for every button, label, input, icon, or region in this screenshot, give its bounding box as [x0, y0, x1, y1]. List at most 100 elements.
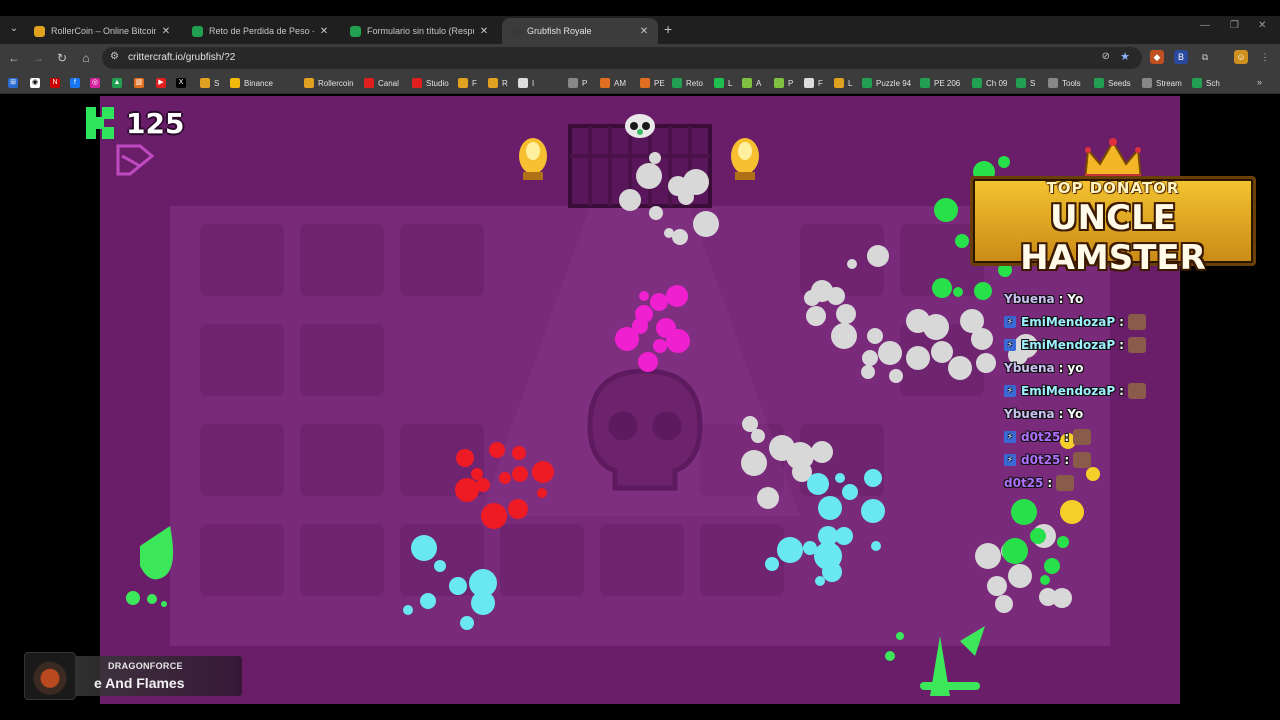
bookmark-favicon-icon — [714, 78, 724, 88]
bookmark-item[interactable]: Canal — [364, 76, 399, 90]
bookmark-item[interactable]: Seeds — [1094, 76, 1131, 90]
score-value: 125 — [126, 106, 185, 140]
bookmark-item[interactable]: Studio — [412, 76, 449, 90]
tab-4[interactable]: Grubfish Royale ✕ — [502, 18, 658, 44]
maximize-button[interactable]: ❐ — [1230, 20, 1239, 31]
tab-favicon-icon — [34, 25, 45, 37]
tab-close-icon[interactable]: ✕ — [318, 26, 330, 37]
bookmark-item[interactable]: Ch 09 — [972, 76, 1007, 90]
bookmark-item[interactable]: L — [714, 76, 732, 90]
bookmark-item[interactable]: A — [742, 76, 761, 90]
chat-message: ⚡ d0t25: — [1004, 451, 1092, 469]
address-bar[interactable]: ⚙ crittercraft.io/grubfish/?2 ⊘ ★ — [102, 47, 1142, 69]
home-button[interactable]: ⌂ — [78, 50, 94, 66]
bookmark-icon-1[interactable]: ◉ — [30, 76, 44, 90]
chat-message: d0t25: — [1004, 474, 1075, 492]
reload-button[interactable]: ↻ — [54, 50, 70, 66]
bookmark-item[interactable]: Sch — [1192, 76, 1220, 90]
bookmark-label: Studio — [426, 78, 449, 88]
bookmark-item[interactable]: AM — [600, 76, 626, 90]
bookmark-item[interactable]: PE — [640, 76, 665, 90]
tab-close-icon[interactable]: ✕ — [638, 26, 650, 37]
bookmark-favicon-icon — [774, 78, 784, 88]
bookmark-item[interactable]: Rollercoin — [304, 76, 354, 90]
chat-username: EmiMendozaP — [1021, 384, 1116, 398]
chat-separator: : — [1058, 361, 1064, 375]
bookmark-star-icon[interactable]: ★ — [1120, 50, 1130, 63]
bookmark-favicon-icon — [1192, 78, 1202, 88]
bookmark-label: AM — [614, 78, 626, 88]
bookmark-item[interactable]: S — [200, 76, 219, 90]
bookmark-x-icon[interactable]: X — [176, 76, 190, 90]
back-button[interactable]: ← — [6, 50, 22, 66]
bookmark-item[interactable]: L — [834, 76, 852, 90]
forward-button[interactable]: → — [30, 50, 46, 66]
chat-message: ⚡ EmiMendozaP: — [1004, 336, 1146, 354]
bookmark-label: F — [818, 78, 823, 88]
bookmark-favicon-icon — [920, 78, 930, 88]
bookmark-favicon-icon — [488, 78, 498, 88]
extension-shield-icon[interactable]: B — [1174, 50, 1188, 64]
bookmark-facebook-icon[interactable]: f — [70, 76, 84, 90]
close-window-button[interactable]: ✕ — [1258, 20, 1266, 31]
tab-search-button[interactable]: ⌄ — [6, 21, 22, 37]
bookmark-item[interactable]: F — [458, 76, 477, 90]
bookmark-favicon-icon — [672, 78, 682, 88]
bookmark-item[interactable]: Stream — [1142, 76, 1182, 90]
bookmark-favicon-icon — [640, 78, 650, 88]
bookmark-favicon-icon — [568, 78, 578, 88]
bookmark-item[interactable]: PE 206 — [920, 76, 960, 90]
chat-message: ⚡ EmiMendozaP: — [1004, 313, 1146, 331]
bookmark-item[interactable]: Puzzle 94 — [862, 76, 911, 90]
bookmark-favicon-icon — [458, 78, 468, 88]
bookmark-item[interactable]: Binance — [230, 76, 273, 90]
chat-text: Yo — [1067, 292, 1084, 306]
chat-separator: : — [1058, 292, 1064, 306]
bookmark-instagram-icon[interactable]: ◎ — [90, 76, 104, 90]
bookmark-label: Rollercoin — [318, 78, 354, 88]
site-info-icon[interactable]: ⚙ — [110, 51, 119, 62]
torch-right-icon — [731, 138, 759, 180]
bookmark-label: Sch — [1206, 78, 1220, 88]
bookmark-favicon-icon — [742, 78, 752, 88]
bookmark-netflix-icon[interactable]: N — [50, 76, 64, 90]
bookmark-drive-icon[interactable]: ▲ — [112, 76, 126, 90]
bookmark-item[interactable]: Reto — [672, 76, 703, 90]
bookmark-favicon-icon — [804, 78, 814, 88]
bookmark-item[interactable]: S — [1016, 76, 1035, 90]
more-bookmarks-icon[interactable]: » — [1257, 77, 1262, 87]
chat-badge-icon: ⚡ — [1004, 431, 1016, 443]
bookmark-item[interactable]: F — [804, 76, 823, 90]
bookmark-item[interactable]: R — [488, 76, 508, 90]
tab-title: Grubfish Royale — [527, 26, 592, 36]
tab-2[interactable]: Reto de Perdida de Peso - El M ✕ — [184, 18, 338, 44]
profile-avatar[interactable]: ☺ — [1234, 50, 1248, 64]
now-playing-artist: DRAGONFORCE — [108, 661, 183, 671]
bookmark-youtube-icon[interactable]: ▶ — [156, 76, 170, 90]
bookmark-item[interactable]: P — [568, 76, 587, 90]
bookmark-apps-icon[interactable]: ⊞ — [8, 76, 22, 90]
bookmark-chart-icon[interactable]: ▥ — [134, 76, 148, 90]
minimize-button[interactable]: — — [1200, 20, 1210, 31]
bookmark-item[interactable]: I — [518, 76, 534, 90]
bookmark-favicon-icon — [972, 78, 982, 88]
browser-toolbar: ← → ↻ ⌂ ⚙ crittercraft.io/grubfish/?2 ⊘ … — [0, 44, 1280, 72]
tab-close-icon[interactable]: ✕ — [160, 26, 172, 37]
tab-close-icon[interactable]: ✕ — [478, 26, 490, 37]
chat-emote-icon — [1073, 452, 1092, 468]
tab-title: Reto de Perdida de Peso - El M — [209, 26, 314, 36]
tab-3[interactable]: Formulario sin título (Respuesta ✕ — [342, 18, 498, 44]
bookmark-label: PE — [654, 78, 665, 88]
bookmark-item[interactable]: Tools — [1048, 76, 1081, 90]
chat-badge-icon: ⚡ — [1004, 316, 1016, 328]
tracking-off-icon[interactable]: ⊘ — [1102, 51, 1110, 62]
menu-kebab-icon[interactable]: ⋮ — [1258, 50, 1272, 64]
extensions-puzzle-icon[interactable]: ⧉ — [1198, 50, 1212, 64]
extension-fox-icon[interactable]: ◆ — [1150, 50, 1164, 64]
bookmark-favicon-icon — [600, 78, 610, 88]
tab-1[interactable]: RollerCoin – Online Bitcoin Mini ✕ — [26, 18, 180, 44]
new-tab-button[interactable]: + — [664, 22, 672, 36]
bookmark-label: PE 206 — [934, 78, 961, 88]
bookmark-item[interactable]: P — [774, 76, 793, 90]
bookmark-favicon-icon — [1142, 78, 1152, 88]
